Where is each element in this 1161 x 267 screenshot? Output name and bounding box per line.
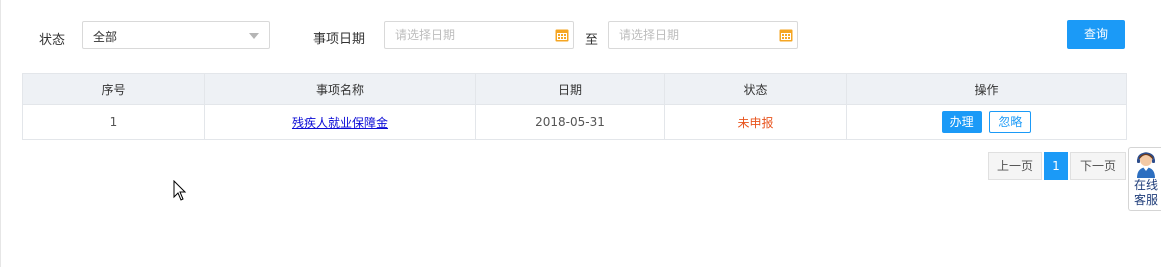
date-filter-label: 事项日期 xyxy=(313,32,366,47)
status-badge: 未申报 xyxy=(737,115,774,130)
status-filter-label: 状态 xyxy=(39,33,66,48)
table-header-row: 序号 事项名称 日期 状态 操作 xyxy=(22,73,1127,105)
next-page-button[interactable]: 下一页 xyxy=(1070,152,1126,180)
table-row: 1 残疾人就业保障金 2018-05-31 未申报 办理 忽略 xyxy=(22,104,1127,140)
online-customer-service-widget[interactable]: 在线 客服 xyxy=(1128,147,1161,211)
date-range-separator: 至 xyxy=(585,33,599,48)
handle-button[interactable]: 办理 xyxy=(941,111,982,133)
row-actions-cell: 办理 忽略 xyxy=(846,104,1127,140)
chevron-down-icon xyxy=(249,33,259,39)
column-header-actions: 操作 xyxy=(846,73,1127,105)
page-number-current[interactable]: 1 xyxy=(1044,152,1068,180)
start-date-field[interactable] xyxy=(384,21,574,49)
end-date-input[interactable] xyxy=(609,22,769,48)
row-status-cell: 未申报 xyxy=(664,104,847,140)
customer-service-label-line2: 客服 xyxy=(1133,193,1158,207)
column-header-index: 序号 xyxy=(22,73,205,105)
matter-name-link[interactable]: 残疾人就业保障金 xyxy=(292,116,388,130)
column-header-status: 状态 xyxy=(664,73,847,105)
page-left-border xyxy=(0,0,1,267)
customer-service-avatar-icon xyxy=(1137,152,1155,178)
status-select[interactable]: 全部 xyxy=(82,21,270,49)
column-header-date: 日期 xyxy=(475,73,665,105)
matters-table: 序号 事项名称 日期 状态 操作 1 残疾人就业保障金 2018-05-31 未… xyxy=(22,73,1127,140)
calendar-icon[interactable] xyxy=(779,28,793,42)
row-name-cell: 残疾人就业保障金 xyxy=(204,104,476,140)
row-date: 2018-05-31 xyxy=(475,104,665,140)
prev-page-button[interactable]: 上一页 xyxy=(988,152,1042,180)
customer-service-label-line1: 在线 xyxy=(1133,178,1158,192)
row-index: 1 xyxy=(22,104,205,140)
column-header-name: 事项名称 xyxy=(204,73,476,105)
start-date-input[interactable] xyxy=(385,22,545,48)
query-button[interactable]: 查询 xyxy=(1067,20,1125,49)
end-date-field[interactable] xyxy=(608,21,798,49)
calendar-icon[interactable] xyxy=(555,28,569,42)
ignore-button[interactable]: 忽略 xyxy=(989,111,1032,133)
status-select-value: 全部 xyxy=(93,30,118,44)
mouse-cursor-icon xyxy=(173,180,187,201)
